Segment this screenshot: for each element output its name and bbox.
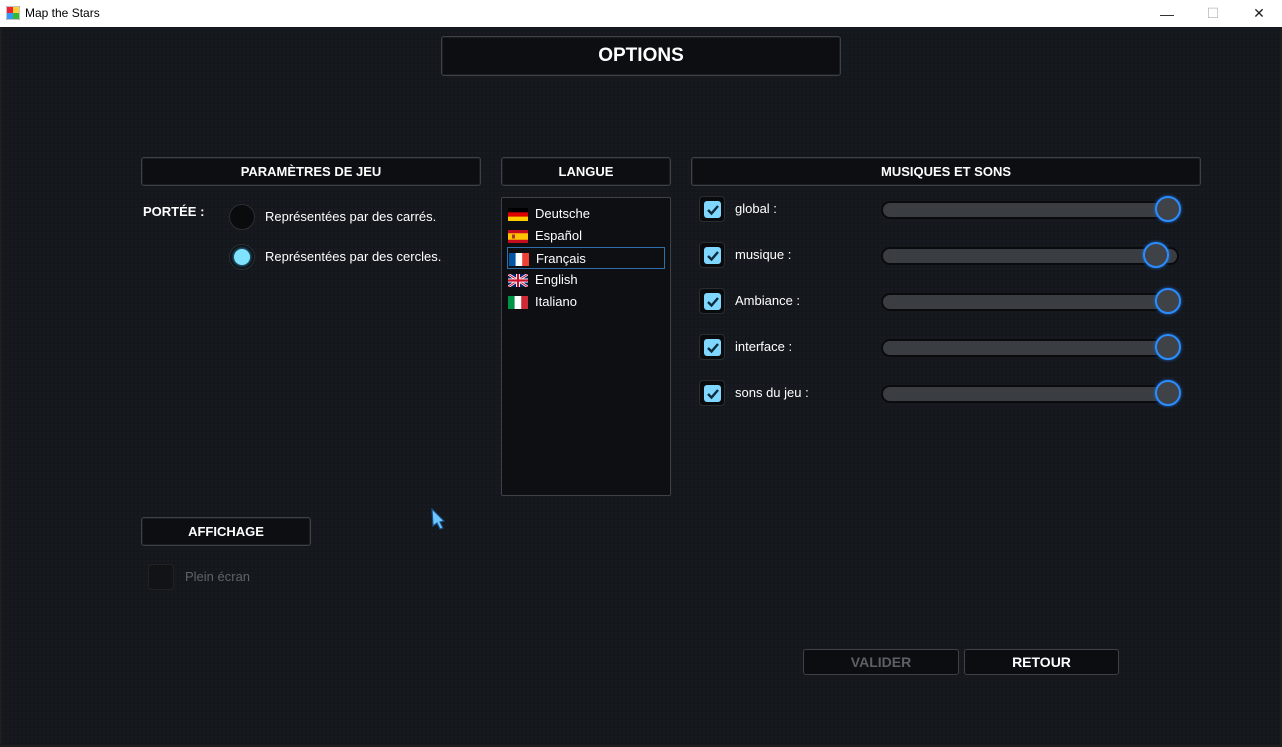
germany-flag-icon bbox=[508, 208, 528, 221]
cursor-icon bbox=[431, 507, 446, 530]
radio-circles-label: Représentées par des cercles. bbox=[265, 249, 442, 264]
options-screen: OPTIONS PARAMÈTRES DE JEU PORTÉE : Repré… bbox=[2, 27, 1280, 745]
italy-flag-icon bbox=[508, 296, 528, 309]
slider-thumb[interactable] bbox=[1155, 196, 1181, 222]
language-label: English bbox=[535, 272, 578, 287]
check-icon bbox=[707, 251, 719, 262]
radio-squares-label: Représentées par des carrés. bbox=[265, 209, 437, 224]
fullscreen-label: Plein écran bbox=[185, 569, 251, 584]
language-label: Deutsche bbox=[535, 206, 590, 221]
radio-circles[interactable] bbox=[229, 244, 255, 270]
game-sounds-label: sons du jeu : bbox=[735, 385, 809, 400]
check-icon bbox=[707, 205, 719, 216]
slider-thumb[interactable] bbox=[1143, 242, 1169, 268]
list-item-deutsche[interactable]: Deutsche bbox=[507, 203, 665, 225]
music-label: musique : bbox=[735, 247, 792, 262]
language-list[interactable]: Deutsche Español Français English Italia… bbox=[501, 197, 671, 496]
ambiance-slider[interactable] bbox=[881, 288, 1181, 314]
check-icon bbox=[707, 389, 719, 400]
close-icon: ✕ bbox=[1253, 5, 1265, 21]
back-button[interactable]: RETOUR bbox=[964, 649, 1119, 675]
minimize-button[interactable]: — bbox=[1144, 0, 1190, 27]
ambiance-label: Ambiance : bbox=[735, 293, 801, 308]
global-slider[interactable] bbox=[881, 196, 1181, 222]
window-titlebar: Map the Stars — ☐ ✕ bbox=[0, 0, 1282, 27]
france-flag-icon bbox=[509, 253, 529, 266]
list-item-italiano[interactable]: Italiano bbox=[507, 291, 665, 313]
slider-thumb[interactable] bbox=[1155, 380, 1181, 406]
music-checkbox[interactable] bbox=[699, 242, 725, 268]
global-checkbox[interactable] bbox=[699, 196, 725, 222]
page-title: OPTIONS bbox=[441, 36, 841, 76]
music-slider[interactable] bbox=[881, 242, 1179, 268]
range-label: PORTÉE : bbox=[143, 204, 205, 219]
list-item-francais[interactable]: Français bbox=[507, 247, 665, 269]
ambiance-checkbox[interactable] bbox=[699, 288, 725, 314]
maximize-icon: ☐ bbox=[1206, 5, 1220, 21]
interface-label: interface : bbox=[735, 339, 793, 354]
app-icon bbox=[6, 6, 20, 20]
radio-squares[interactable] bbox=[229, 204, 255, 230]
check-icon bbox=[707, 343, 719, 354]
audio-header: MUSIQUES ET SONS bbox=[691, 157, 1201, 186]
global-label: global : bbox=[735, 201, 777, 216]
list-item-english[interactable]: English bbox=[507, 269, 665, 291]
game-sounds-slider[interactable] bbox=[881, 380, 1181, 406]
slider-thumb[interactable] bbox=[1155, 334, 1181, 360]
close-button[interactable]: ✕ bbox=[1236, 0, 1282, 27]
spain-flag-icon bbox=[508, 230, 528, 243]
check-icon bbox=[707, 297, 719, 308]
language-label: Français bbox=[536, 251, 586, 266]
interface-slider[interactable] bbox=[881, 334, 1181, 360]
list-item-espanol[interactable]: Español bbox=[507, 225, 665, 247]
game-sounds-checkbox[interactable] bbox=[699, 380, 725, 406]
language-header: LANGUE bbox=[501, 157, 671, 186]
language-label: Italiano bbox=[535, 294, 577, 309]
slider-thumb[interactable] bbox=[1155, 288, 1181, 314]
minimize-icon: — bbox=[1160, 5, 1174, 22]
interface-checkbox[interactable] bbox=[699, 334, 725, 360]
validate-button[interactable]: VALIDER bbox=[803, 649, 959, 675]
language-label: Español bbox=[535, 228, 582, 243]
uk-flag-icon bbox=[508, 274, 528, 287]
maximize-button[interactable]: ☐ bbox=[1190, 0, 1236, 27]
display-header: AFFICHAGE bbox=[141, 517, 311, 546]
window-title: Map the Stars bbox=[25, 6, 100, 20]
game-settings-header: PARAMÈTRES DE JEU bbox=[141, 157, 481, 186]
fullscreen-checkbox[interactable] bbox=[148, 564, 174, 590]
